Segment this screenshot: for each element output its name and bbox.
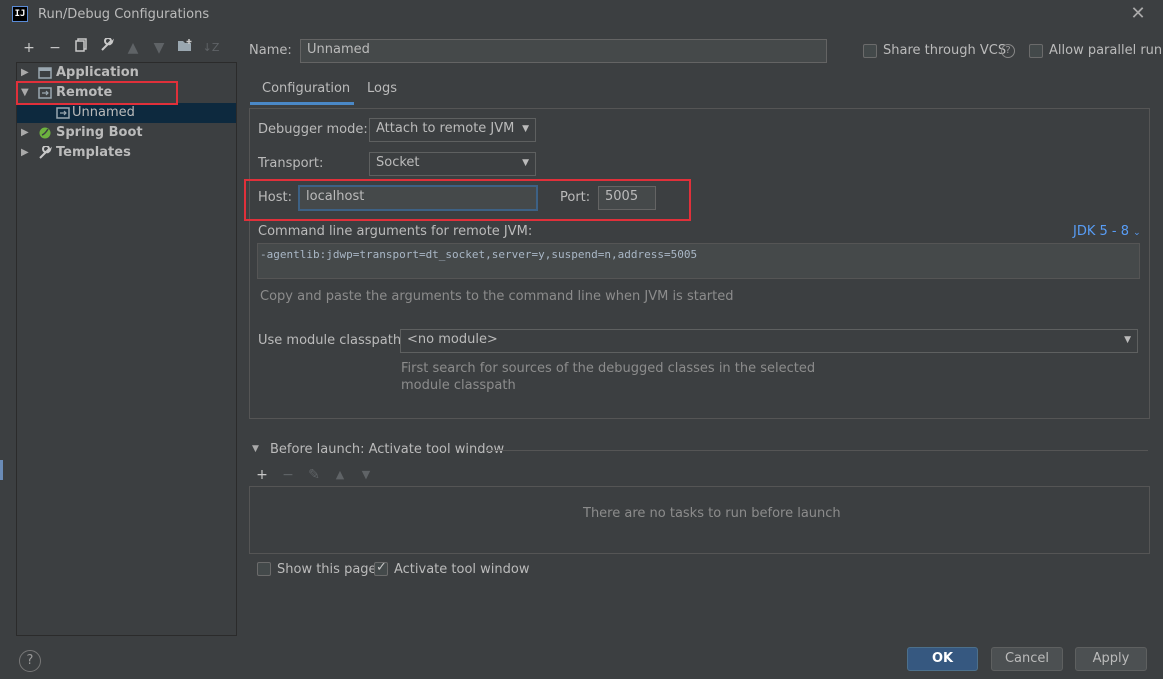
port-input[interactable]: 5005 xyxy=(598,186,656,210)
tree-item-spring-boot[interactable]: ▶ Spring Boot xyxy=(17,123,236,143)
transport-select[interactable]: Socket ▼ xyxy=(369,152,536,176)
allow-parallel-checkbox[interactable] xyxy=(1029,44,1043,58)
cmd-args-hint: Copy and paste the arguments to the comm… xyxy=(260,289,734,304)
jdk-version-link[interactable]: JDK 5 - 8 ⌄ xyxy=(1073,224,1141,239)
tab-logs[interactable]: Logs xyxy=(367,81,397,96)
move-up-icon[interactable]: ▲ xyxy=(123,38,143,58)
configuration-tree: ▶ Application ▼ Remote Unnamed ▶ Spring … xyxy=(16,62,237,636)
remote-config-icon xyxy=(56,106,70,120)
chevron-down-icon: ▼ xyxy=(522,158,529,168)
remove-icon[interactable]: − xyxy=(278,465,298,485)
tree-item-templates[interactable]: ▶ Templates xyxy=(17,143,236,163)
help-circle-icon[interactable]: ? xyxy=(1001,44,1015,58)
chevron-down-icon: ▼ xyxy=(1124,335,1131,345)
name-field[interactable]: Unnamed xyxy=(300,39,827,63)
wrench-icon xyxy=(38,145,52,160)
expand-arrow-icon[interactable]: ▶ xyxy=(21,63,33,83)
module-classpath-label: Use module classpath: xyxy=(258,333,406,348)
add-icon[interactable]: + xyxy=(252,465,272,485)
port-label: Port: xyxy=(560,190,591,205)
module-classpath-hint-1: First search for sources of the debugged… xyxy=(401,361,816,376)
activate-tool-label: Activate tool window xyxy=(394,562,530,577)
expand-arrow-icon[interactable]: ▶ xyxy=(21,123,33,143)
tree-item-label: Spring Boot xyxy=(56,125,143,140)
share-vcs-checkbox[interactable] xyxy=(863,44,877,58)
application-icon xyxy=(38,66,52,80)
host-label: Host: xyxy=(258,190,292,205)
apply-button[interactable]: Apply xyxy=(1075,647,1147,671)
debugger-mode-select[interactable]: Attach to remote JVM ▼ xyxy=(369,118,536,142)
folder-icon[interactable] xyxy=(175,38,195,58)
spring-boot-icon xyxy=(38,126,52,140)
sort-icon[interactable]: ↓Z xyxy=(201,38,221,58)
name-label: Name: xyxy=(249,43,292,58)
cancel-button[interactable]: Cancel xyxy=(991,647,1063,671)
debugger-mode-value: Attach to remote JVM xyxy=(376,121,515,136)
ok-button[interactable]: OK xyxy=(907,647,978,671)
module-classpath-select[interactable]: <no module> ▼ xyxy=(400,329,1138,353)
copy-icon[interactable] xyxy=(71,38,91,58)
cmd-args-field[interactable]: -agentlib:jdwp=transport=dt_socket,serve… xyxy=(257,243,1140,279)
remove-icon[interactable]: − xyxy=(45,38,65,58)
separator xyxy=(486,450,1148,451)
add-icon[interactable]: + xyxy=(19,38,39,58)
window-edge-marker xyxy=(0,460,3,480)
wrench-icon[interactable] xyxy=(97,37,117,58)
no-tasks-text: There are no tasks to run before launch xyxy=(583,506,841,521)
highlight-box-remote xyxy=(16,81,178,105)
tree-item-label: Templates xyxy=(56,145,131,160)
intellij-app-icon: IJ xyxy=(12,6,28,22)
host-input[interactable]: localhost xyxy=(298,185,538,211)
tree-item-unnamed[interactable]: Unnamed xyxy=(17,103,236,123)
debugger-mode-label: Debugger mode: xyxy=(258,122,368,137)
move-down-icon[interactable]: ▼ xyxy=(149,38,169,58)
show-page-label: Show this page xyxy=(277,562,377,577)
activate-tool-checkbox[interactable] xyxy=(374,560,388,576)
module-classpath-value: <no module> xyxy=(407,332,498,347)
transport-value: Socket xyxy=(376,155,420,170)
jdk-version-text: JDK 5 - 8 xyxy=(1073,224,1129,239)
help-icon[interactable]: ? xyxy=(19,650,41,672)
before-launch-title[interactable]: Before launch: Activate tool window xyxy=(270,442,504,457)
move-down-icon[interactable]: ▼ xyxy=(356,465,376,485)
cmd-args-label: Command line arguments for remote JVM: xyxy=(258,224,533,239)
chevron-down-icon: ▼ xyxy=(522,124,529,134)
tree-item-label: Unnamed xyxy=(72,105,135,120)
show-page-checkbox[interactable] xyxy=(257,562,271,576)
tab-configuration[interactable]: Configuration xyxy=(262,81,350,96)
expand-arrow-icon[interactable]: ▶ xyxy=(21,143,33,163)
tree-item-label: Application xyxy=(56,65,139,80)
chevron-down-icon: ⌄ xyxy=(1133,228,1141,238)
tree-item-application[interactable]: ▶ Application xyxy=(17,63,236,83)
transport-label: Transport: xyxy=(258,156,324,171)
module-classpath-hint-2: module classpath xyxy=(401,378,516,393)
move-up-icon[interactable]: ▲ xyxy=(330,465,350,485)
allow-parallel-label: Allow parallel run xyxy=(1049,43,1163,58)
collapse-arrow-icon[interactable]: ▼ xyxy=(252,444,259,454)
pencil-icon[interactable]: ✎ xyxy=(304,465,324,485)
share-vcs-label: Share through VCS xyxy=(883,43,1007,58)
close-icon[interactable]: ✕ xyxy=(1128,4,1148,24)
window-title: Run/Debug Configurations xyxy=(38,7,210,22)
active-tab-indicator xyxy=(250,102,354,105)
